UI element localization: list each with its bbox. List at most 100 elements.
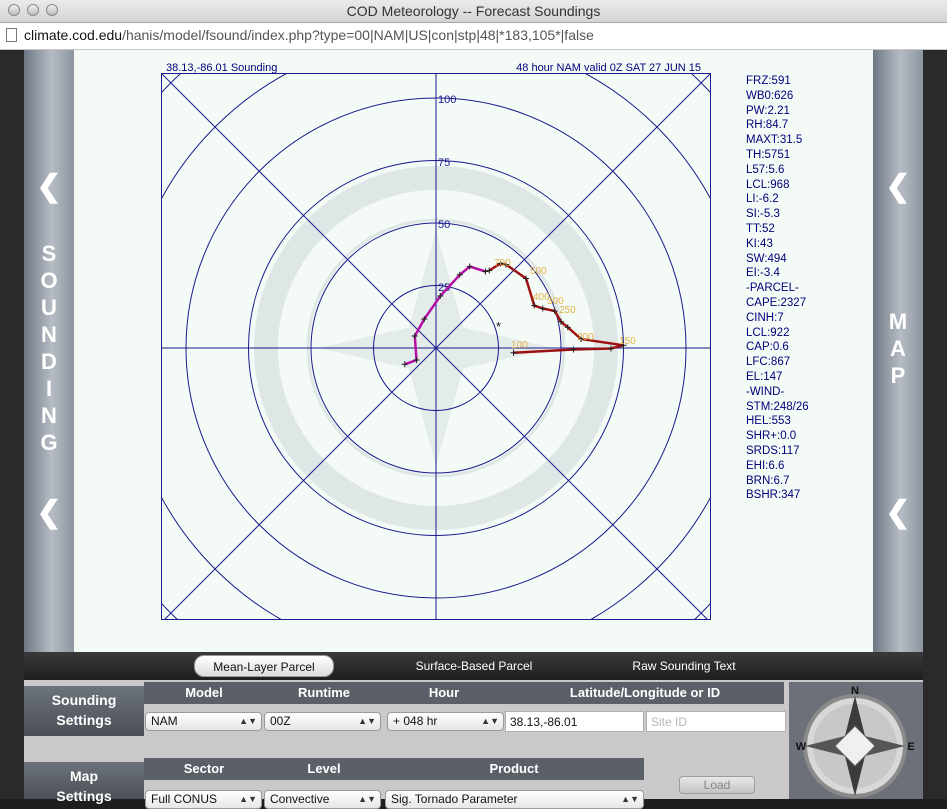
page-icon xyxy=(6,28,17,42)
settings-panel: Sounding Settings Model Runtime Hour Lat… xyxy=(24,680,923,809)
level-select-value: Convective xyxy=(270,792,330,806)
url-text[interactable]: climate.cod.edu/hanis/model/fsound/index… xyxy=(24,27,594,43)
hour-select-value: + 048 hr xyxy=(393,714,438,728)
sounding-label-letter: U xyxy=(41,295,57,320)
updown-arrow-icon: ▲▼ xyxy=(239,794,257,804)
sounding-index-item: EI:-3.4 xyxy=(746,267,780,280)
sounding-label-letter: N xyxy=(41,322,57,347)
ring-label: 75 xyxy=(438,157,450,169)
sounding-settings-title: Sounding xyxy=(51,692,117,708)
sounding-index-item: EHI:6.6 xyxy=(746,459,785,472)
map-label-letter: M xyxy=(888,309,908,334)
plot-location-title: 38.13,-86.01 Sounding xyxy=(166,62,277,74)
window-titlebar: COD Meteorology -- Forecast Soundings xyxy=(0,0,947,23)
site-id-input[interactable] xyxy=(646,711,786,732)
tab-mean-layer-parcel[interactable]: Mean-Layer Parcel xyxy=(194,655,334,677)
sounding-index-item: KI:43 xyxy=(746,237,773,250)
pressure-label-150: 150 xyxy=(619,336,636,347)
chevron-left-icon[interactable]: ❮ xyxy=(36,498,62,528)
runtime-column-header: Runtime xyxy=(298,685,350,700)
sounding-index-item: SW:494 xyxy=(746,252,787,265)
updown-arrow-icon: ▲▼ xyxy=(358,716,376,726)
ring-label: 100 xyxy=(438,94,456,106)
sounding-label-letter: D xyxy=(41,349,57,374)
sounding-indices-list: FRZ:591 WB0:626 PW:2.21 RH:84.7 MAXT:31.5 TH:… xyxy=(746,74,866,503)
sounding-index-item: SHR+:0.0 xyxy=(746,430,797,443)
map-label-letter: A xyxy=(890,336,906,361)
model-column-header: Model xyxy=(185,685,223,700)
sounding-index-item: MAXT:31.5 xyxy=(746,134,803,147)
url-host: climate.cod.edu xyxy=(24,27,123,43)
url-path: /hanis/model/fsound/index.php?type=00|NA… xyxy=(122,27,594,43)
map-settings-header: Map Settings xyxy=(24,762,144,804)
updown-arrow-icon: ▲▼ xyxy=(358,794,376,804)
sounding-index-item: LI:-6.2 xyxy=(746,193,779,206)
chevron-left-icon[interactable]: ❮ xyxy=(885,498,911,528)
level-column-header: Level xyxy=(307,761,341,776)
sounding-index-item: LFC:867 xyxy=(746,356,791,369)
compass-navigation[interactable]: N E W xyxy=(789,682,923,799)
map-sidebar[interactable]: ❮ MAP ❮ xyxy=(873,50,923,652)
compass-west-label: W xyxy=(796,741,807,753)
sounding-label-letter: G xyxy=(40,430,58,455)
sounding-label-letter: I xyxy=(45,376,53,401)
model-select[interactable]: NAM ▲▼ xyxy=(145,712,262,731)
sounding-settings-subtitle: Settings xyxy=(56,712,112,728)
sounding-settings-header: Sounding Settings xyxy=(24,686,144,736)
hour-column-header: Hour xyxy=(428,685,460,700)
hour-select[interactable]: + 048 hr ▲▼ xyxy=(387,712,504,731)
runtime-select[interactable]: 00Z ▲▼ xyxy=(264,712,381,731)
ring-label: 50 xyxy=(438,219,450,231)
sounding-index-item: BSHR:347 xyxy=(746,489,801,502)
chevron-left-icon[interactable]: ❮ xyxy=(885,172,911,202)
pressure-label-200: 200 xyxy=(577,332,594,343)
sounding-index-item: -PARCEL- xyxy=(746,282,799,295)
pressure-label-500: 500 xyxy=(530,266,547,277)
sounding-index-item: CAP:0.6 xyxy=(746,341,789,354)
sounding-index-item: -WIND- xyxy=(746,385,785,398)
map-settings-title: Map xyxy=(70,768,98,784)
sounding-index-item: RH:84.7 xyxy=(746,119,789,132)
tab-surface-based-parcel[interactable]: Surface-Based Parcel xyxy=(394,655,554,677)
sector-column-header: Sector xyxy=(183,761,225,776)
sounding-index-item: HEL:553 xyxy=(746,415,791,428)
storm-motion-marker: * xyxy=(496,319,501,334)
sounding-index-item: PW:2.21 xyxy=(746,104,790,117)
sounding-label-letter: O xyxy=(40,268,58,293)
sounding-index-item: CINH:7 xyxy=(746,311,784,324)
address-bar[interactable]: climate.cod.edu/hanis/model/fsound/index… xyxy=(0,23,947,50)
sounding-label-letter: S xyxy=(41,241,57,266)
sounding-label-letter: N xyxy=(41,403,57,428)
sounding-index-item: LCL:968 xyxy=(746,178,790,191)
pressure-label-100: 100 xyxy=(511,340,528,351)
compass-east-label: E xyxy=(907,741,914,753)
latlon-input[interactable] xyxy=(505,711,644,732)
load-button[interactable]: Load xyxy=(679,776,755,794)
sounding-index-item: SI:-5.3 xyxy=(746,208,780,221)
sounding-index-item: L57:5.6 xyxy=(746,163,785,176)
product-select[interactable]: Sig. Tornado Parameter ▲▼ xyxy=(385,790,644,809)
sector-select[interactable]: Full CONUS ▲▼ xyxy=(145,790,262,809)
sounding-panel: 25 50 75 100 38.13,-86.01 Sounding 48 ho… xyxy=(74,50,873,652)
chevron-left-icon[interactable]: ❮ xyxy=(36,172,62,202)
sounding-index-item: WB0:626 xyxy=(746,89,794,102)
sounding-index-item: BRN:6.7 xyxy=(746,474,790,487)
pressure-label-700: 700 xyxy=(494,258,511,269)
sounding-vertical-label: SOUNDING xyxy=(24,240,74,456)
level-select[interactable]: Convective ▲▼ xyxy=(264,790,381,809)
tab-raw-sounding-text[interactable]: Raw Sounding Text xyxy=(614,655,754,677)
compass-rose-icon: N E W xyxy=(796,685,915,798)
map-vertical-label: MAP xyxy=(873,308,923,389)
window-title: COD Meteorology -- Forecast Soundings xyxy=(346,3,601,19)
latlon-column-header: Latitude/Longitude or ID xyxy=(569,685,721,700)
sounding-sidebar[interactable]: ❮ SOUNDING ❮ xyxy=(24,50,74,652)
map-label-letter: P xyxy=(890,363,906,388)
model-select-value: NAM xyxy=(151,714,178,728)
sector-select-value: Full CONUS xyxy=(151,792,218,806)
sounding-index-item: FRZ:591 xyxy=(746,75,791,87)
sounding-index-item: EL:147 xyxy=(746,370,783,383)
parcel-tab-bar: Mean-Layer Parcel Surface-Based Parcel R… xyxy=(24,652,923,680)
sounding-index-item: CAPE:2327 xyxy=(746,296,807,309)
runtime-select-value: 00Z xyxy=(270,714,291,728)
sounding-index-item: SRDS:117 xyxy=(746,444,800,457)
